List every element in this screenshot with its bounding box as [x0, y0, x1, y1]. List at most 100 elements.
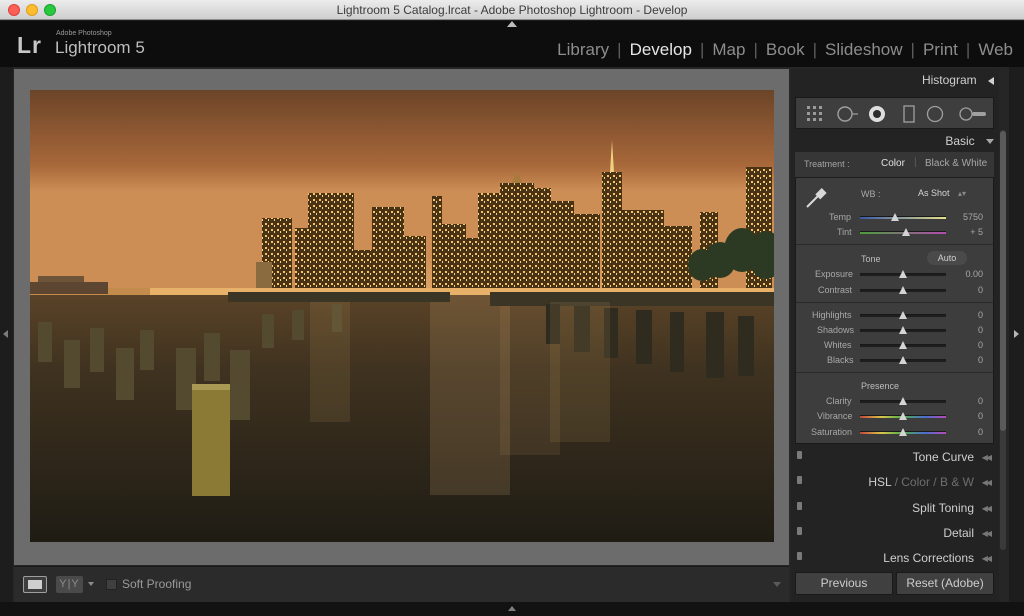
window-title: Lightroom 5 Catalog.lrcat - Adobe Photos…: [336, 3, 688, 17]
saturation-label: Saturation: [811, 427, 853, 437]
vibrance-slider-thumb[interactable]: [899, 412, 907, 420]
exposure-label: Exposure: [815, 269, 854, 279]
contrast-label: Contrast: [818, 285, 853, 295]
tone-curve-panel-header[interactable]: Tone Curve ◀◀: [795, 448, 994, 466]
wb-value[interactable]: As Shot: [918, 188, 950, 198]
panel-switch-icon[interactable]: [797, 552, 802, 560]
shadows-slider-thumb[interactable]: [899, 326, 907, 334]
module-library[interactable]: Library: [557, 40, 609, 60]
saturation-value[interactable]: 0: [953, 427, 983, 437]
red-eye-icon[interactable]: [868, 105, 886, 123]
panel-switch-icon[interactable]: [797, 527, 802, 535]
soft-proofing-checkbox[interactable]: [106, 579, 117, 590]
detail-panel-header[interactable]: Detail ◀◀: [795, 524, 994, 542]
detail-panel-title: Detail: [943, 526, 974, 540]
clarity-value[interactable]: 0: [953, 396, 983, 406]
right-panel-toggle-icon[interactable]: [1014, 330, 1019, 338]
blacks-value[interactable]: 0: [953, 355, 983, 365]
identity-company: Adobe Photoshop: [56, 30, 112, 37]
vibrance-value[interactable]: 0: [953, 411, 983, 421]
panel-switch-icon[interactable]: [797, 502, 802, 510]
tone-curve-panel-title: Tone Curve: [912, 450, 974, 464]
expand-arrow-icon: [986, 139, 994, 145]
tint-label: Tint: [837, 227, 852, 237]
auto-tone-button[interactable]: Auto: [927, 251, 967, 265]
identity-module-bar: Lr Adobe Photoshop Lightroom 5 Library |…: [0, 21, 1024, 67]
basic-panel-header[interactable]: Basic: [795, 134, 994, 148]
collapsed-arrow-icon: ◀◀: [981, 478, 992, 487]
lens-corrections-panel-title: Lens Corrections: [883, 551, 974, 565]
temp-slider-thumb[interactable]: [891, 213, 900, 221]
treatment-color-button[interactable]: Color: [881, 158, 905, 169]
saturation-slider-thumb[interactable]: [899, 428, 907, 436]
module-web[interactable]: Web: [978, 40, 1013, 60]
panel-switch-icon[interactable]: [797, 451, 802, 459]
module-develop[interactable]: Develop: [630, 40, 692, 60]
collapsed-arrow-icon: ◀◀: [981, 504, 992, 513]
panel-switch-icon[interactable]: [797, 476, 802, 484]
treatment-row: Treatment : Color | Black & White: [795, 152, 994, 178]
previous-button[interactable]: Previous: [795, 572, 893, 595]
top-panel-toggle-icon[interactable]: [507, 21, 517, 27]
identity-product: Lightroom 5: [55, 38, 145, 57]
split-toning-panel-title: Split Toning: [912, 501, 974, 515]
exposure-slider-thumb[interactable]: [899, 270, 907, 278]
treatment-bw-button[interactable]: Black & White: [925, 158, 987, 169]
spot-removal-icon[interactable]: [836, 105, 860, 123]
wb-dropdown-icon[interactable]: ▴▾: [958, 189, 966, 198]
before-after-menu-icon[interactable]: [88, 582, 94, 586]
exposure-value[interactable]: 0.00: [953, 269, 983, 279]
shadows-value[interactable]: 0: [953, 325, 983, 335]
highlights-value[interactable]: 0: [953, 310, 983, 320]
presence-label: Presence: [861, 381, 900, 391]
temp-slider-track[interactable]: [860, 216, 946, 219]
before-after-button[interactable]: Y|Y: [56, 576, 83, 593]
loupe-view-button[interactable]: [23, 576, 47, 593]
night-skyline-photo: [30, 90, 774, 542]
highlights-label: Highlights: [812, 310, 852, 320]
basic-panel-title: Basic: [945, 134, 975, 148]
white-balance-eyedropper-icon[interactable]: [803, 183, 831, 211]
hsl-tab[interactable]: HSL: [868, 475, 891, 489]
blacks-slider-thumb[interactable]: [899, 356, 907, 364]
filmstrip-toggle-icon[interactable]: [508, 606, 516, 611]
blacks-label: Blacks: [827, 355, 854, 365]
reset-button[interactable]: Reset (Adobe): [896, 572, 994, 595]
module-slideshow[interactable]: Slideshow: [825, 40, 903, 60]
tint-value[interactable]: + 5: [953, 227, 983, 237]
shadows-label: Shadows: [817, 325, 855, 335]
whites-slider-thumb[interactable]: [899, 341, 907, 349]
window-title-bar: Lightroom 5 Catalog.lrcat - Adobe Photos…: [0, 0, 1024, 20]
module-print[interactable]: Print: [923, 40, 958, 60]
whites-label: Whites: [824, 340, 852, 350]
module-map[interactable]: Map: [712, 40, 745, 60]
module-book[interactable]: Book: [766, 40, 805, 60]
histogram-panel-header[interactable]: Histogram: [795, 73, 994, 87]
contrast-slider-thumb[interactable]: [899, 286, 907, 294]
radial-filter-icon[interactable]: [926, 105, 944, 123]
contrast-value[interactable]: 0: [953, 285, 983, 295]
vibrance-label: Vibrance: [817, 411, 853, 421]
color-tab[interactable]: Color: [901, 475, 930, 489]
whites-value[interactable]: 0: [953, 340, 983, 350]
lens-corrections-panel-header[interactable]: Lens Corrections ◀◀: [795, 549, 994, 567]
toolbar-content-menu-icon[interactable]: [768, 576, 786, 593]
collapsed-arrow-icon: ◀◀: [981, 554, 992, 563]
crop-overlay-grid-icon[interactable]: [806, 105, 824, 123]
temp-value[interactable]: 5750: [953, 212, 983, 222]
right-panel-scrollbar-thumb[interactable]: [1000, 131, 1006, 431]
develop-toolbar: Y|Y Soft Proofing: [14, 566, 789, 602]
hsl-panel-header[interactable]: HSL / Color / B & W ◀◀: [795, 473, 994, 491]
tint-slider-thumb[interactable]: [901, 228, 910, 236]
highlights-slider-thumb[interactable]: [899, 311, 907, 319]
bw-tab[interactable]: B & W: [940, 475, 974, 489]
treatment-label: Treatment :: [804, 159, 850, 169]
soft-proofing-label: Soft Proofing: [122, 577, 192, 591]
graduated-filter-icon[interactable]: [900, 105, 918, 123]
clarity-slider-thumb[interactable]: [899, 397, 907, 405]
histogram-panel-title: Histogram: [921, 73, 977, 87]
split-toning-panel-header[interactable]: Split Toning ◀◀: [795, 499, 994, 517]
adjustment-brush-icon[interactable]: [958, 105, 988, 123]
left-panel-toggle-icon[interactable]: [3, 330, 8, 338]
photo-preview[interactable]: [30, 90, 774, 542]
